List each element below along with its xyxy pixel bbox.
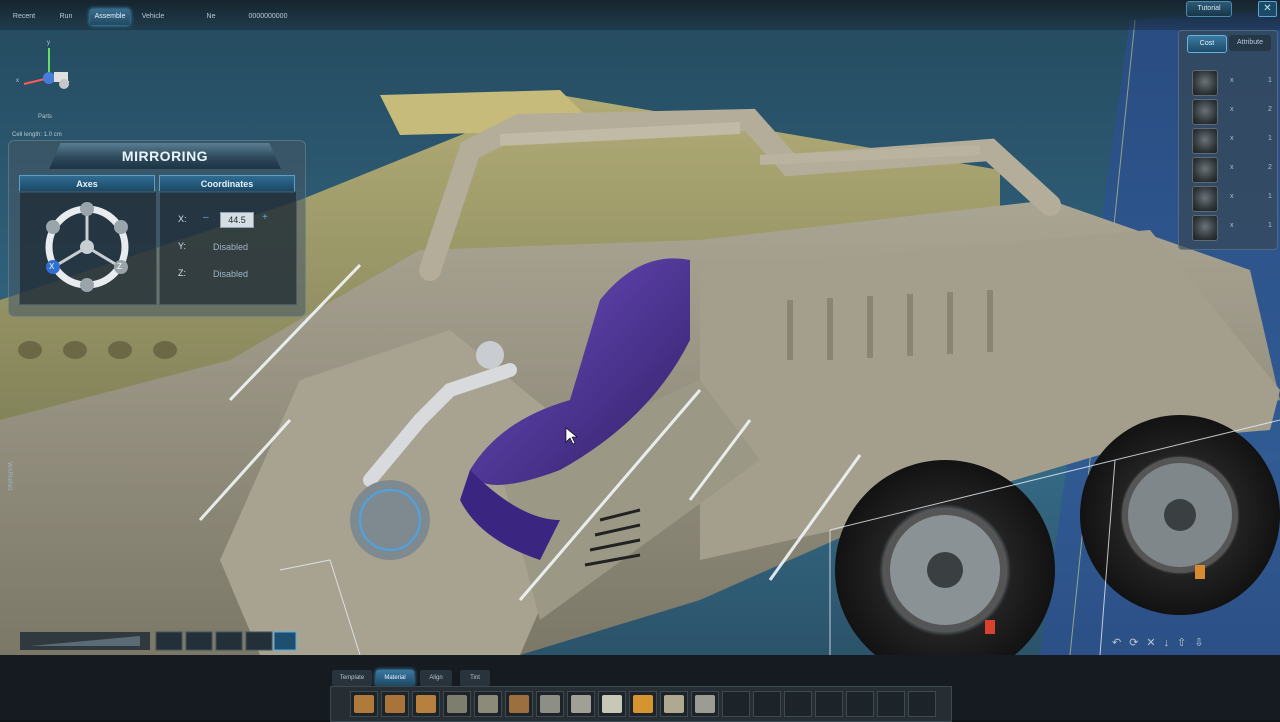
material-swatch (385, 695, 405, 713)
axis-y-label: y (47, 40, 50, 46)
tab-attribute[interactable]: Attribute (1229, 35, 1271, 51)
material-slot[interactable] (877, 691, 905, 717)
material-slot[interactable] (350, 691, 378, 717)
edit-tools-icons[interactable]: ↶⟳✕↓⇧⇩ (1112, 636, 1262, 652)
material-swatch (571, 695, 591, 713)
wheel-icon (1192, 128, 1218, 154)
wrench-icon (1192, 70, 1218, 96)
axis-gizmo-icon (23, 48, 70, 89)
axes-selector-icon[interactable] (39, 199, 135, 295)
tab-tint[interactable]: Tint (460, 670, 490, 686)
x-increment-button[interactable]: + (262, 212, 268, 223)
part-multiplier: x (1230, 222, 1234, 229)
material-swatch (602, 695, 622, 713)
material-swatch (633, 695, 653, 713)
material-slot[interactable] (846, 691, 874, 717)
part-multiplier: x (1230, 135, 1234, 142)
part-quantity: 2 (1268, 106, 1272, 113)
vehicle-scene (0, 10, 1280, 655)
z-value: Disabled (213, 269, 249, 279)
part-row[interactable]: x 2 (1192, 99, 1272, 125)
tab-material[interactable]: Material (376, 670, 414, 686)
material-slot[interactable] (381, 691, 409, 717)
material-slot[interactable] (629, 691, 657, 717)
material-swatch (509, 695, 529, 713)
material-slot[interactable] (815, 691, 843, 717)
toolbar-extra[interactable]: Ne (198, 9, 224, 25)
toolbar-recent[interactable]: Recent (6, 9, 42, 25)
mirroring-panel: MIRRORING Axes Coordinates X Z (8, 140, 306, 317)
material-swatch (416, 695, 436, 713)
gizmo-label: Parts (38, 114, 53, 120)
y-value: Disabled (213, 242, 249, 252)
part-multiplier: x (1230, 193, 1234, 200)
wheel-icon (1192, 157, 1218, 183)
toolbar-vehicle[interactable]: Vehicle (134, 9, 172, 25)
wheel-icon (1192, 186, 1218, 212)
part-row[interactable]: x 1 (1192, 186, 1272, 212)
tab-cost[interactable]: Cost (1187, 35, 1227, 53)
toolbar-run[interactable]: Run (48, 9, 84, 25)
material-swatch (447, 695, 467, 713)
material-swatch (540, 695, 560, 713)
part-row[interactable]: x 1 (1192, 128, 1272, 154)
x-decrement-button[interactable]: – (203, 212, 209, 223)
wrench-icon (1192, 215, 1218, 241)
part-quantity: 2 (1268, 164, 1272, 171)
material-slot[interactable] (412, 691, 440, 717)
close-icon[interactable]: ✕ (1258, 1, 1277, 17)
material-slot[interactable] (536, 691, 564, 717)
side-vertical-text: WARNING (6, 462, 12, 491)
material-slot[interactable] (691, 691, 719, 717)
part-quantity: 1 (1268, 135, 1272, 142)
camera-controls-strip (20, 628, 298, 654)
material-swatch (695, 695, 715, 713)
axis-x-marker[interactable]: X (49, 262, 54, 271)
part-quantity: 1 (1268, 77, 1272, 84)
material-slot[interactable] (474, 691, 502, 717)
material-swatch (478, 695, 498, 713)
axis-z-marker[interactable]: Z (117, 262, 122, 271)
tab-template[interactable]: Template (332, 670, 372, 686)
material-swatch (664, 695, 684, 713)
top-toolbar: Recent Run Assemble Vehicle Ne 000000000… (0, 0, 1280, 30)
axis-x-label: x (16, 78, 19, 84)
part-row[interactable]: x 1 (1192, 215, 1272, 241)
material-slot[interactable] (722, 691, 750, 717)
part-multiplier: x (1230, 106, 1234, 113)
material-slot[interactable] (753, 691, 781, 717)
tab-align[interactable]: Align (420, 670, 452, 686)
material-slot[interactable] (598, 691, 626, 717)
tutorial-button[interactable]: Tutorial (1186, 1, 1232, 17)
material-slot[interactable] (505, 691, 533, 717)
toolbar-assemble[interactable]: Assemble (90, 9, 130, 25)
part-multiplier: x (1230, 77, 1234, 84)
material-swatch (354, 695, 374, 713)
3d-viewport[interactable]: Recent Run Assemble Vehicle Ne 000000000… (0, 0, 1280, 655)
z-label: Z: (178, 268, 186, 278)
material-slot[interactable] (784, 691, 812, 717)
toolbar-counter: 0000000000 (248, 13, 288, 20)
material-slot[interactable] (908, 691, 936, 717)
material-slot[interactable] (660, 691, 688, 717)
material-slot[interactable] (443, 691, 471, 717)
part-quantity: 1 (1268, 222, 1272, 229)
x-label: X: (178, 214, 187, 224)
material-slot[interactable] (567, 691, 595, 717)
axis-gizmo: x y Parts (14, 40, 84, 130)
part-quantity: 1 (1268, 193, 1272, 200)
cell-info: Cell length: 1.0 cm (12, 132, 62, 138)
part-row[interactable]: x 2 (1192, 157, 1272, 183)
part-row[interactable]: x 1 (1192, 70, 1272, 96)
y-label: Y: (178, 241, 187, 251)
x-coordinate-input[interactable]: 44.5 (220, 212, 254, 228)
mirroring-title: MIRRORING (49, 143, 281, 169)
part-multiplier: x (1230, 164, 1234, 171)
wheel-icon (1192, 99, 1218, 125)
